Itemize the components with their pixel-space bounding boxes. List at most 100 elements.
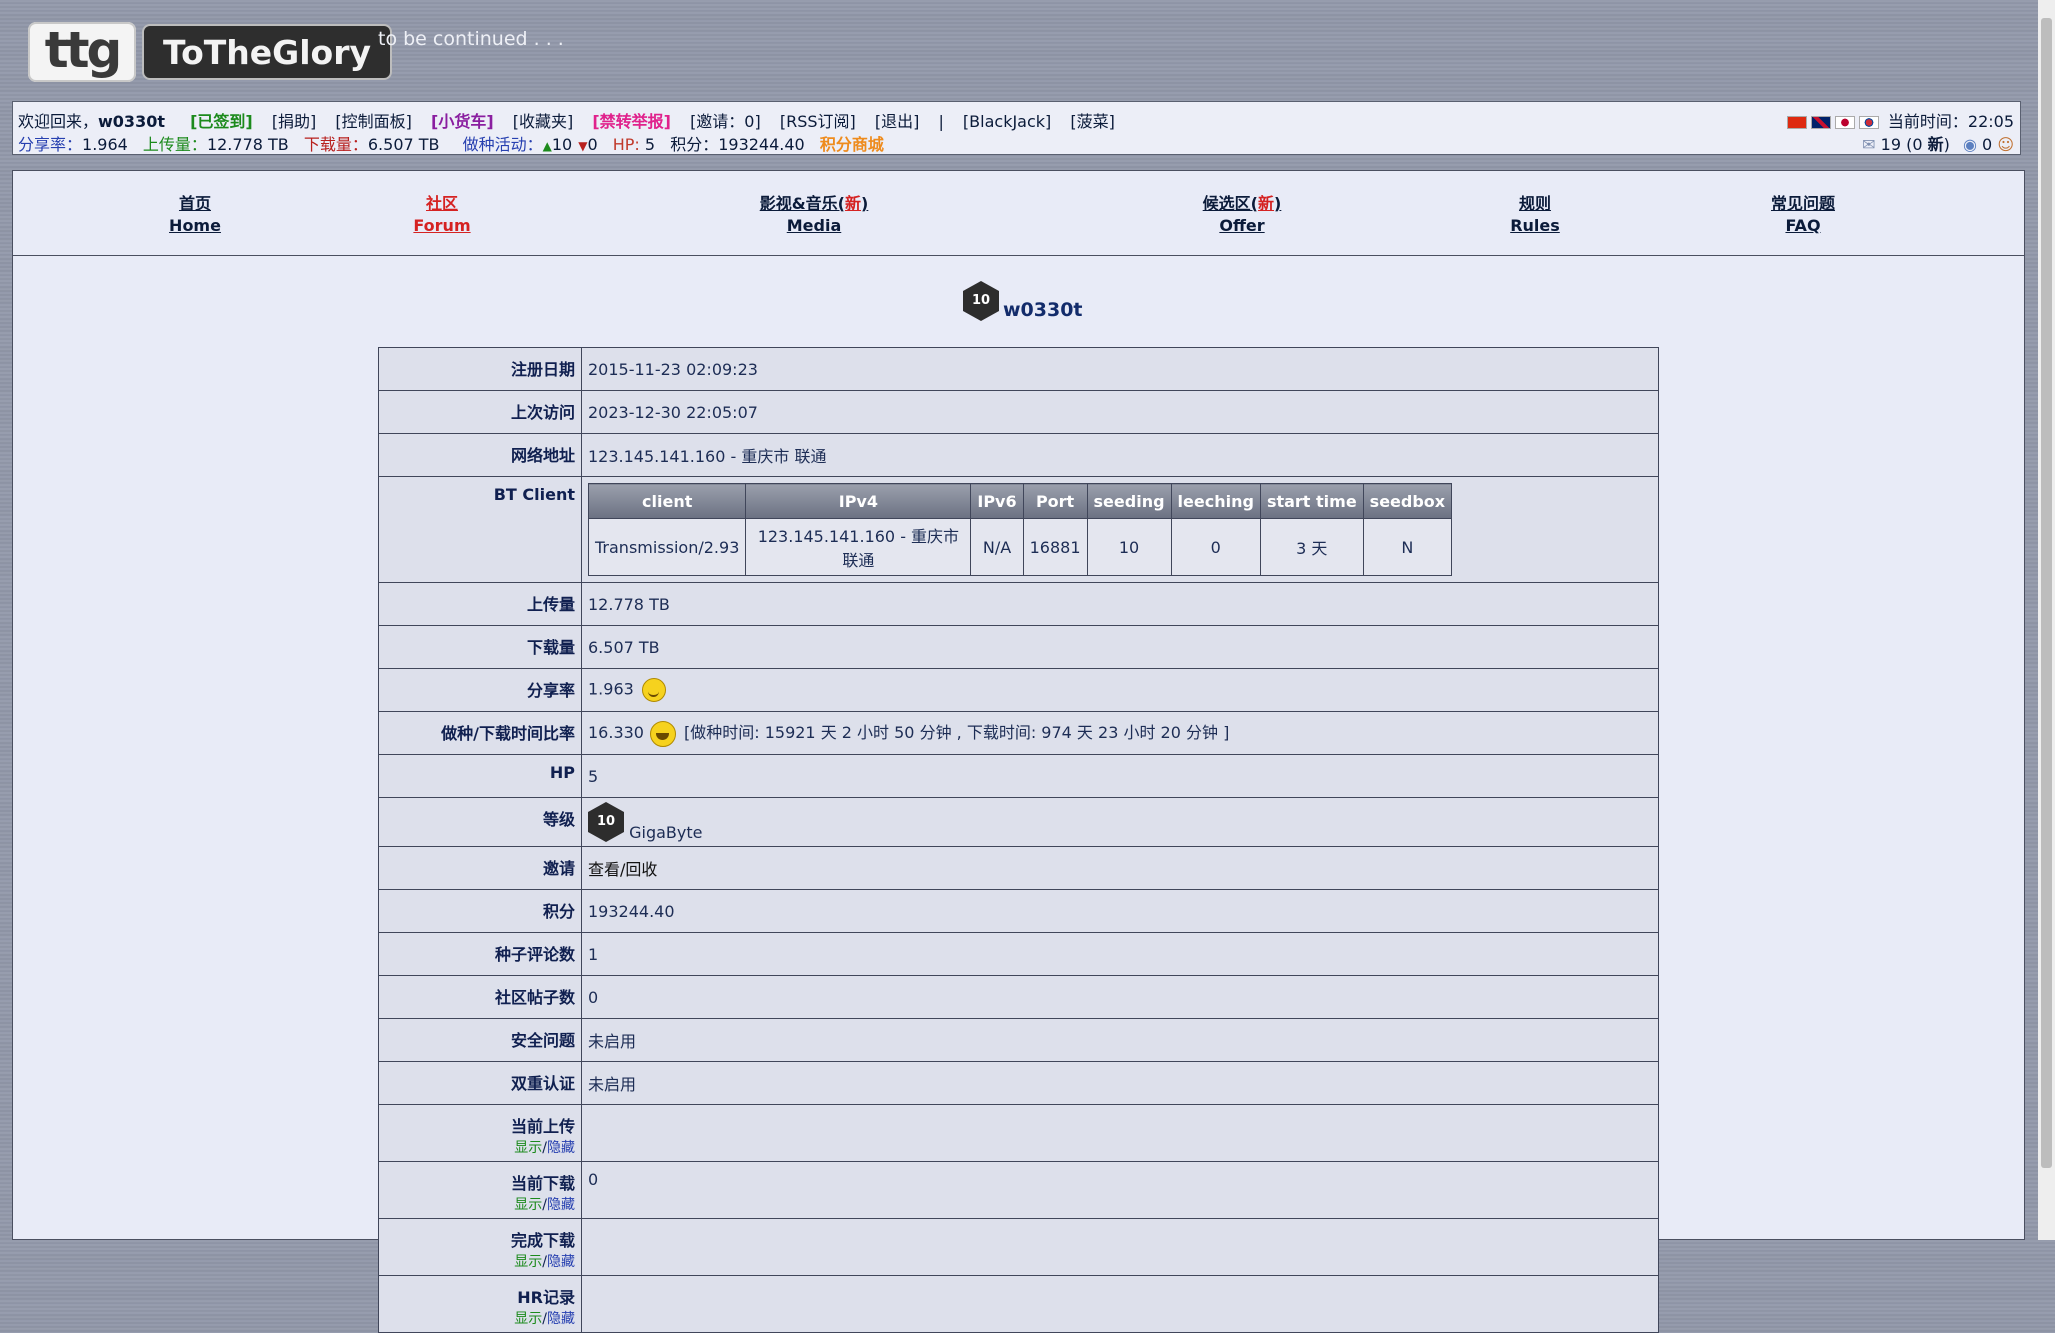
messages-row: ✉ 19 (0 新) ◉ 0 ☺	[1862, 131, 2014, 155]
points-shop-link[interactable]: 积分商城	[820, 135, 884, 154]
flag-cn-icon[interactable]	[1786, 116, 1807, 129]
flag-kr-icon[interactable]	[1858, 116, 1879, 129]
bt-header: seeding	[1086, 483, 1172, 519]
lang-time-row: 当前时间：22:05	[1786, 108, 2014, 132]
last-visit-label: 上次访问	[378, 390, 582, 434]
nav-rules[interactable]: 规则 Rules	[1510, 193, 1560, 237]
invite-link[interactable]: [邀请：0]	[690, 112, 761, 131]
table-row: Transmission/2.93 123.145.141.160 - 重庆市 …	[587, 518, 1453, 576]
current-upload-value	[581, 1104, 1659, 1162]
completed-label: 完成下载 显示/隐藏	[378, 1218, 582, 1276]
level-cell: 10 GigaByte	[581, 797, 1659, 847]
username-link[interactable]: w0330t	[98, 112, 165, 131]
profile-info-table: 注册日期 2015-11-23 02:09:23 上次访问 2023-12-30 2…	[378, 347, 1659, 1333]
download-value: 6.507 TB	[581, 625, 1659, 669]
table-row: BT Client client IPv4 IPv6 Port seeding …	[378, 476, 1659, 583]
seed-ratio-label: 做种/下载时间比率	[378, 711, 582, 755]
flag-jp-icon[interactable]	[1834, 116, 1855, 129]
user-icon[interactable]: ☺	[1997, 135, 2014, 154]
seed-ratio-detail: [做种时间: 15921 天 2 小时 50 分钟 , 下载时间: 974 天 …	[683, 723, 1230, 743]
scrollbar-thumb[interactable]	[2041, 18, 2052, 1168]
ratio-value: 1.963	[588, 679, 634, 699]
ratio-label: 分享率	[378, 668, 582, 712]
table-row: 上次访问 2023-12-30 22:05:07	[378, 390, 1659, 434]
nav-forum-cn: 社区	[425, 194, 459, 213]
bt-cell: N	[1362, 518, 1453, 576]
ratio-value: 1.964	[82, 135, 128, 154]
logout-link[interactable]: [退出]	[875, 112, 920, 131]
bt-cell: 0	[1170, 518, 1261, 576]
hr-label: HR记录 显示/隐藏	[378, 1275, 582, 1333]
main-panel: 首页 Home 社区 Forum 影视&音乐(新) Media 候选区(新) Offer…	[12, 170, 2025, 1333]
hp-value: 5	[581, 754, 1659, 798]
message-end: )	[1943, 135, 1950, 154]
leeching-count: 0	[587, 135, 598, 154]
time-label: 当前时间：	[1887, 112, 1968, 131]
upload-label: 上传量	[378, 582, 582, 626]
main-nav: 首页 Home 社区 Forum 影视&音乐(新) Media 候选区(新) Offer…	[13, 171, 2024, 256]
upload-label: 上传量：	[142, 135, 207, 154]
nav-offer[interactable]: 候选区(新) Offer	[1203, 193, 1282, 237]
logo-mark: ttg	[28, 22, 136, 82]
bt-cell: 123.145.141.160 - 重庆市 联通	[745, 518, 972, 576]
table-row: HP 5	[378, 754, 1659, 798]
hp-label: HP:	[612, 135, 640, 154]
report-link[interactable]: [禁转举报]	[592, 112, 671, 131]
table-row: 安全问题 未启用	[378, 1018, 1659, 1062]
hp-value: 5	[644, 135, 656, 154]
ip-value: 123.145.141.160 - 重庆市 联通	[581, 433, 1659, 477]
nav-offer-en: Offer	[1219, 216, 1265, 235]
current-upload-label: 当前上传 显示/隐藏	[378, 1104, 582, 1162]
profile-header: 10 w0330t	[963, 281, 1083, 331]
nav-home[interactable]: 首页 Home	[169, 193, 221, 237]
eye-icon: ◉	[1962, 135, 1977, 154]
show-hide-toggle[interactable]: 显示/隐藏	[385, 1194, 575, 1214]
points-label: 积分	[378, 889, 582, 933]
bt-cell: N/A	[970, 518, 1024, 576]
nav-forum[interactable]: 社区 Forum	[413, 193, 470, 237]
checkin-link[interactable]: [已签到]	[190, 112, 253, 131]
blackjack-link[interactable]: [BlackJack]	[963, 112, 1051, 131]
points-value: 193244.40	[581, 889, 1659, 933]
site-logo[interactable]: ttg ToTheGlory	[28, 22, 392, 84]
friends-link[interactable]: ◉ 0	[1963, 135, 1992, 154]
betting-link[interactable]: [菠菜]	[1070, 112, 1115, 131]
bt-header: start time	[1259, 483, 1364, 519]
reg-value: 2015-11-23 02:09:23	[581, 347, 1659, 391]
bt-header: leeching	[1170, 483, 1261, 519]
show-hide-toggle[interactable]: 显示/隐藏	[385, 1308, 575, 1328]
table-row: 种子评论数 1	[378, 932, 1659, 976]
user-stats-row: 分享率：1.964 上传量：12.778 TB 下载量：6.507 TB 做种活…	[18, 131, 884, 155]
user-links-row: 欢迎回来，w0330t [已签到] [捐助] [控制面板] [小货车] [收藏夹…	[18, 108, 1129, 132]
invite-link[interactable]: 查看/回收	[588, 860, 657, 879]
nav-faq[interactable]: 常见问题 FAQ	[1771, 193, 1835, 237]
control-panel-link[interactable]: [控制面板]	[335, 112, 412, 131]
smiley-icon	[641, 678, 666, 702]
ip-label: 网络地址	[378, 433, 582, 477]
scrollbar[interactable]	[2038, 0, 2055, 1240]
ratio-cell: 1.963	[581, 668, 1659, 712]
favorites-link[interactable]: [收藏夹]	[513, 112, 574, 131]
nav-media[interactable]: 影视&音乐(新) Media	[760, 193, 869, 237]
bt-client-cell: client IPv4 IPv6 Port seeding leeching s…	[581, 476, 1659, 583]
points-label: 积分：	[670, 135, 719, 154]
rss-link[interactable]: [RSS订阅]	[780, 112, 856, 131]
donate-link[interactable]: [捐助]	[272, 112, 317, 131]
ratio-label: 分享率：	[18, 135, 83, 154]
invite-cell: 查看/回收	[581, 846, 1659, 890]
cart-link[interactable]: [小货车]	[431, 112, 494, 131]
nav-home-cn: 首页	[178, 194, 211, 213]
current-download-value: 0	[581, 1161, 1659, 1219]
inbox-link[interactable]: ✉ 19 (0 新)	[1862, 135, 1950, 154]
laughing-icon	[649, 720, 676, 747]
bt-header: IPv6	[970, 483, 1024, 519]
twofa-label: 双重认证	[378, 1061, 582, 1105]
table-row: 上传量 12.778 TB	[378, 582, 1659, 626]
table-row: 网络地址 123.145.141.160 - 重庆市 联通	[378, 433, 1659, 477]
mail-icon: ✉	[1862, 135, 1876, 154]
flag-gb-icon[interactable]	[1810, 116, 1831, 129]
show-hide-toggle[interactable]: 显示/隐藏	[385, 1251, 575, 1271]
level-value: GigaByte	[629, 823, 703, 842]
level-label: 等级	[378, 797, 582, 847]
show-hide-toggle[interactable]: 显示/隐藏	[385, 1137, 575, 1157]
